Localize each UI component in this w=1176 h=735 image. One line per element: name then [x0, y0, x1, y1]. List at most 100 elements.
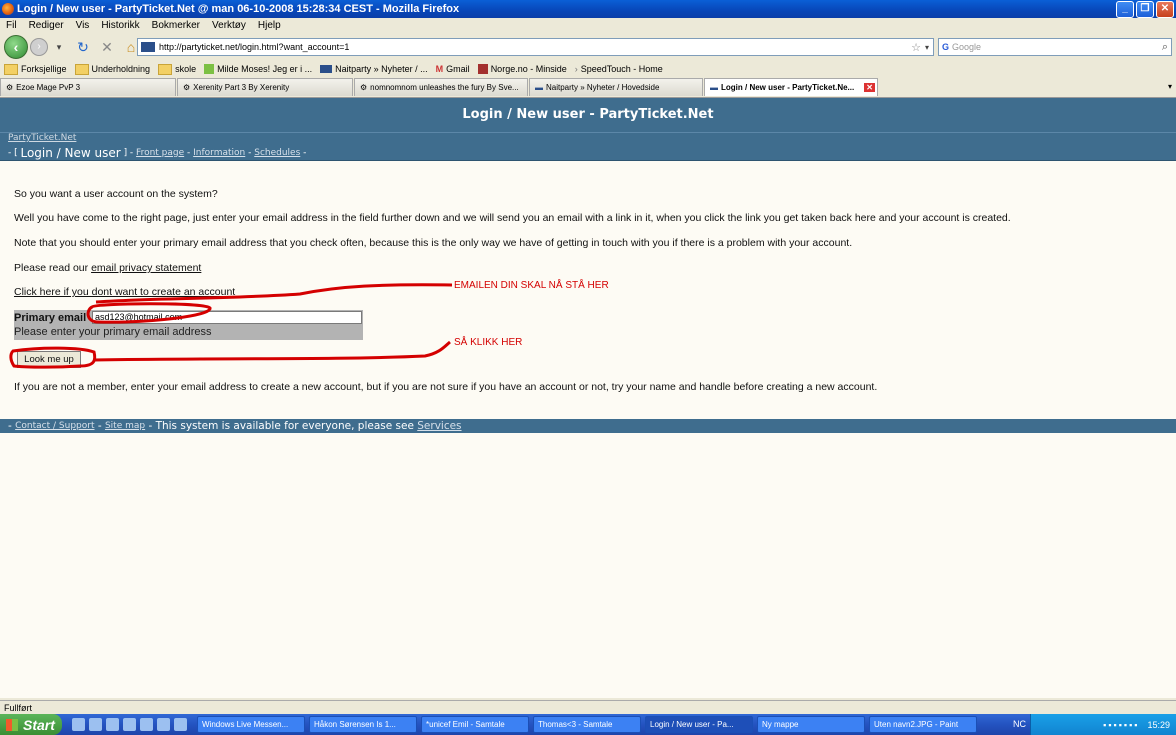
window-title: Login / New user - PartyTicket.Net @ man…	[17, 3, 460, 15]
site-map-link[interactable]: Site map	[105, 421, 145, 431]
windows-taskbar: Start Windows Live Messen... Håkon Søren…	[0, 714, 1176, 735]
google-icon[interactable]: G	[942, 42, 949, 52]
email-label: Primary email	[14, 312, 87, 324]
bookmark-item[interactable]: Milde Moses! Jeg er i ...	[204, 64, 312, 74]
taskbar-button-active[interactable]: Login / New user - Pa...	[645, 716, 753, 733]
back-button[interactable]: ‹	[4, 35, 28, 59]
taskbar-button[interactable]: Windows Live Messen...	[197, 716, 305, 733]
tab-icon: ⚙	[183, 83, 191, 92]
no-account-link[interactable]: Click here if you dont want to create an…	[14, 286, 235, 298]
tray-icons[interactable]: ▪▪▪▪▪▪▪	[1103, 720, 1139, 730]
privacy-statement-link[interactable]: email privacy statement	[91, 262, 201, 274]
reload-icon[interactable]: ↻	[74, 39, 92, 56]
taskbar-button[interactable]: Uten navn2.JPG - Paint	[869, 716, 977, 733]
bookmark-item[interactable]: Forksjellige	[4, 63, 67, 75]
nav-front-page-link[interactable]: Front page	[136, 148, 184, 158]
forward-button[interactable]: ›	[30, 38, 48, 56]
bookmark-item[interactable]: skole	[158, 63, 196, 75]
nav-schedules-link[interactable]: Schedules	[254, 148, 300, 158]
close-window-button[interactable]: ✕	[1156, 1, 1174, 18]
taskbar-button[interactable]: Håkon Sørensen Is 1...	[309, 716, 417, 733]
bookmark-item[interactable]: Naitparty » Nyheter / ...	[320, 64, 428, 74]
menu-bookmarks[interactable]: Bokmerker	[152, 20, 200, 31]
restore-button[interactable]: ❐	[1136, 1, 1154, 18]
email-form-box: Primary email Please enter your primary …	[14, 310, 363, 340]
folder-icon	[4, 63, 18, 75]
contact-support-link[interactable]: Contact / Support	[15, 421, 94, 431]
browser-tab-active[interactable]: ▬ Login / New user - PartyTicket.Ne... ✕	[704, 78, 878, 96]
quicklaunch-icon[interactable]	[140, 718, 153, 731]
quicklaunch-icon[interactable]	[174, 718, 187, 731]
menu-bar: Fil Rediger Vis Historikk Bokmerker Verk…	[0, 18, 1176, 33]
quicklaunch-icon[interactable]	[106, 718, 119, 731]
page-icon	[204, 64, 215, 74]
menu-file[interactable]: Fil	[6, 20, 17, 31]
star-icon[interactable]: ☆	[911, 41, 921, 54]
tab-list-icon[interactable]: ▾	[1168, 78, 1172, 97]
history-dropdown-icon[interactable]: ▾	[50, 42, 68, 53]
no-account-line: Click here if you dont want to create an…	[14, 286, 235, 298]
search-box[interactable]: G Google ⌕	[938, 38, 1172, 56]
menu-help[interactable]: Hjelp	[258, 20, 281, 31]
address-bar[interactable]: http://partyticket.net/login.html?want_a…	[137, 38, 934, 56]
nav-information-link[interactable]: Information	[193, 148, 245, 158]
menu-edit[interactable]: Rediger	[29, 20, 64, 31]
note-text: Note that you should enter your primary …	[14, 237, 853, 249]
quick-launch	[72, 718, 187, 731]
bookmarks-toolbar: Forksjellige Underholdning skole Milde M…	[0, 61, 1176, 77]
bookmark-item[interactable]: › SpeedTouch - Home	[575, 64, 663, 74]
email-hint: Please enter your primary email address	[14, 326, 212, 338]
gmail-icon: M	[435, 64, 444, 74]
services-link[interactable]: Services	[417, 420, 461, 432]
instructions-text: Well you have come to the right page, ju…	[14, 212, 1011, 224]
search-placeholder: Google	[952, 42, 982, 52]
menu-view[interactable]: Vis	[76, 20, 90, 31]
email-field[interactable]	[92, 311, 362, 324]
status-bar: Fullført	[0, 700, 1176, 714]
bookmark-item[interactable]: M Gmail	[436, 64, 470, 74]
quicklaunch-icon[interactable]	[72, 718, 85, 731]
url-dropdown-icon[interactable]: ▾	[925, 43, 929, 52]
site-favicon-icon	[141, 42, 155, 52]
menu-tools[interactable]: Verktøy	[212, 20, 246, 31]
minimize-button[interactable]: _	[1116, 1, 1134, 18]
site-link-bar: PartyTicket.Net	[0, 132, 1176, 145]
firefox-icon	[2, 3, 14, 15]
stop-icon[interactable]: ✕	[98, 39, 116, 56]
start-button[interactable]: Start	[0, 714, 62, 735]
language-indicator[interactable]: NC	[1013, 719, 1026, 729]
annotation-click-note: SÅ KLIKK HER	[454, 337, 523, 348]
folder-icon	[158, 63, 173, 75]
privacy-line: Please read our email privacy statement	[14, 262, 202, 274]
window-titlebar: Login / New user - PartyTicket.Net @ man…	[0, 0, 1176, 18]
clock: 15:29	[1147, 719, 1170, 730]
browser-tab[interactable]: ▬ Naitparty » Nyheter / Hovedside	[529, 78, 703, 96]
browser-tab[interactable]: ⚙ Ezoe Mage PvP 3	[0, 78, 176, 96]
search-icon[interactable]: ⌕	[1162, 41, 1168, 54]
browser-tab[interactable]: ⚙ Xerenity Part 3 By Xerenity	[177, 78, 353, 96]
taskbar-button[interactable]: *unicef Emil - Samtale	[421, 716, 529, 733]
look-me-up-button[interactable]: Look me up	[17, 351, 81, 368]
site-home-link[interactable]: PartyTicket.Net	[8, 133, 76, 143]
tab-icon: ▬	[535, 83, 543, 92]
quicklaunch-icon[interactable]	[89, 718, 102, 731]
page-title: Login / New user - PartyTicket.Net	[0, 98, 1176, 132]
page-footer: - Contact / Support - Site map - This sy…	[0, 419, 1176, 433]
tab-strip: ⚙ Ezoe Mage PvP 3 ⚙ Xerenity Part 3 By Xer…	[0, 78, 1176, 98]
tab-icon: ⚙	[360, 83, 368, 92]
bookmark-item[interactable]: Underholdning	[74, 63, 150, 75]
bookmark-item[interactable]: Norge.no - Minside	[477, 64, 567, 74]
close-tab-icon[interactable]: ✕	[864, 83, 875, 92]
system-tray: ▪▪▪▪▪▪▪ 15:29	[1030, 714, 1176, 735]
quicklaunch-icon[interactable]	[123, 718, 136, 731]
quicklaunch-icon[interactable]	[157, 718, 170, 731]
page-icon	[320, 65, 333, 73]
taskbar-button[interactable]: Thomas<3 - Samtale	[533, 716, 641, 733]
menu-history[interactable]: Historikk	[101, 20, 139, 31]
breadcrumb: - [ Login / New user ] - Front page - In…	[0, 145, 1176, 161]
navigation-toolbar: ‹ › ▾ ↻ ✕ ⌂ http://partyticket.net/login…	[0, 34, 1176, 60]
taskbar-button[interactable]: Ny mappe	[757, 716, 865, 733]
browser-tab[interactable]: ⚙ nomnomnom unleashes the fury By Sve...	[354, 78, 528, 96]
member-note-text: If you are not a member, enter your emai…	[14, 381, 878, 393]
page-icon	[477, 64, 488, 74]
